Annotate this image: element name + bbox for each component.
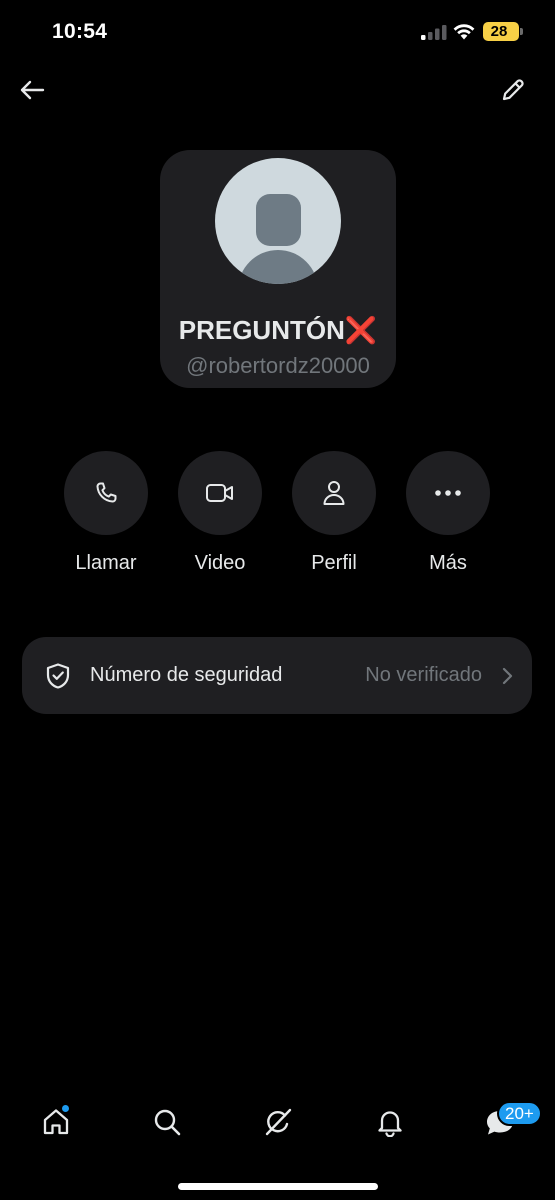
wifi-icon bbox=[453, 24, 475, 40]
arrow-left-icon bbox=[20, 80, 45, 100]
nav-grok[interactable] bbox=[262, 1106, 294, 1138]
more-dots-icon bbox=[435, 490, 461, 496]
nav-search[interactable] bbox=[151, 1106, 183, 1138]
profile-label: Perfil bbox=[311, 552, 357, 574]
battery-level: 28 bbox=[490, 23, 508, 40]
security-number-row[interactable]: Número de seguridad No verificado bbox=[22, 637, 532, 714]
bottom-nav bbox=[0, 1100, 555, 1150]
back-button[interactable] bbox=[14, 72, 50, 108]
pencil-icon bbox=[502, 79, 524, 101]
person-icon bbox=[323, 481, 345, 505]
edit-button[interactable] bbox=[494, 72, 532, 108]
profile-handle: @robertordz20000 bbox=[186, 353, 370, 378]
avatar-head bbox=[256, 194, 301, 246]
messages-badge: 20+ bbox=[497, 1101, 542, 1126]
call-button[interactable] bbox=[64, 451, 148, 535]
status-bar: 10:54 28 bbox=[0, 0, 555, 64]
avatar[interactable] bbox=[215, 158, 341, 284]
security-label: Número de seguridad bbox=[90, 664, 283, 686]
avatar-body bbox=[238, 250, 318, 284]
home-indicator bbox=[178, 1183, 378, 1190]
nav-notifications[interactable] bbox=[374, 1106, 406, 1138]
notifications-bell-icon bbox=[378, 1111, 402, 1137]
profile-action[interactable]: Perfil bbox=[292, 451, 376, 575]
chevron-right-icon bbox=[502, 667, 513, 685]
more-button[interactable] bbox=[406, 451, 490, 535]
call-action[interactable]: Llamar bbox=[64, 451, 148, 575]
shield-check-icon bbox=[46, 663, 70, 689]
security-status: No verificado bbox=[365, 664, 482, 686]
battery-tip bbox=[520, 28, 523, 35]
more-label: Más bbox=[429, 552, 467, 574]
home-notification-dot bbox=[61, 1104, 70, 1113]
video-button[interactable] bbox=[178, 451, 262, 535]
more-action[interactable]: Más bbox=[406, 451, 490, 575]
profile-button[interactable] bbox=[292, 451, 376, 535]
profile-card[interactable]: PREGUNTÓN❌ @robertordz20000 bbox=[160, 150, 396, 388]
phone-icon bbox=[96, 482, 117, 503]
cellular-signal-icon bbox=[421, 25, 447, 40]
video-label: Video bbox=[194, 552, 246, 574]
grok-icon bbox=[265, 1108, 292, 1136]
status-time: 10:54 bbox=[52, 20, 108, 43]
call-label: Llamar bbox=[75, 552, 137, 574]
video-camera-icon bbox=[206, 484, 233, 502]
battery-indicator: 28 bbox=[483, 22, 523, 41]
profile-name: PREGUNTÓN❌ bbox=[178, 315, 378, 345]
video-action[interactable]: Video bbox=[178, 451, 262, 575]
search-icon bbox=[154, 1109, 181, 1136]
